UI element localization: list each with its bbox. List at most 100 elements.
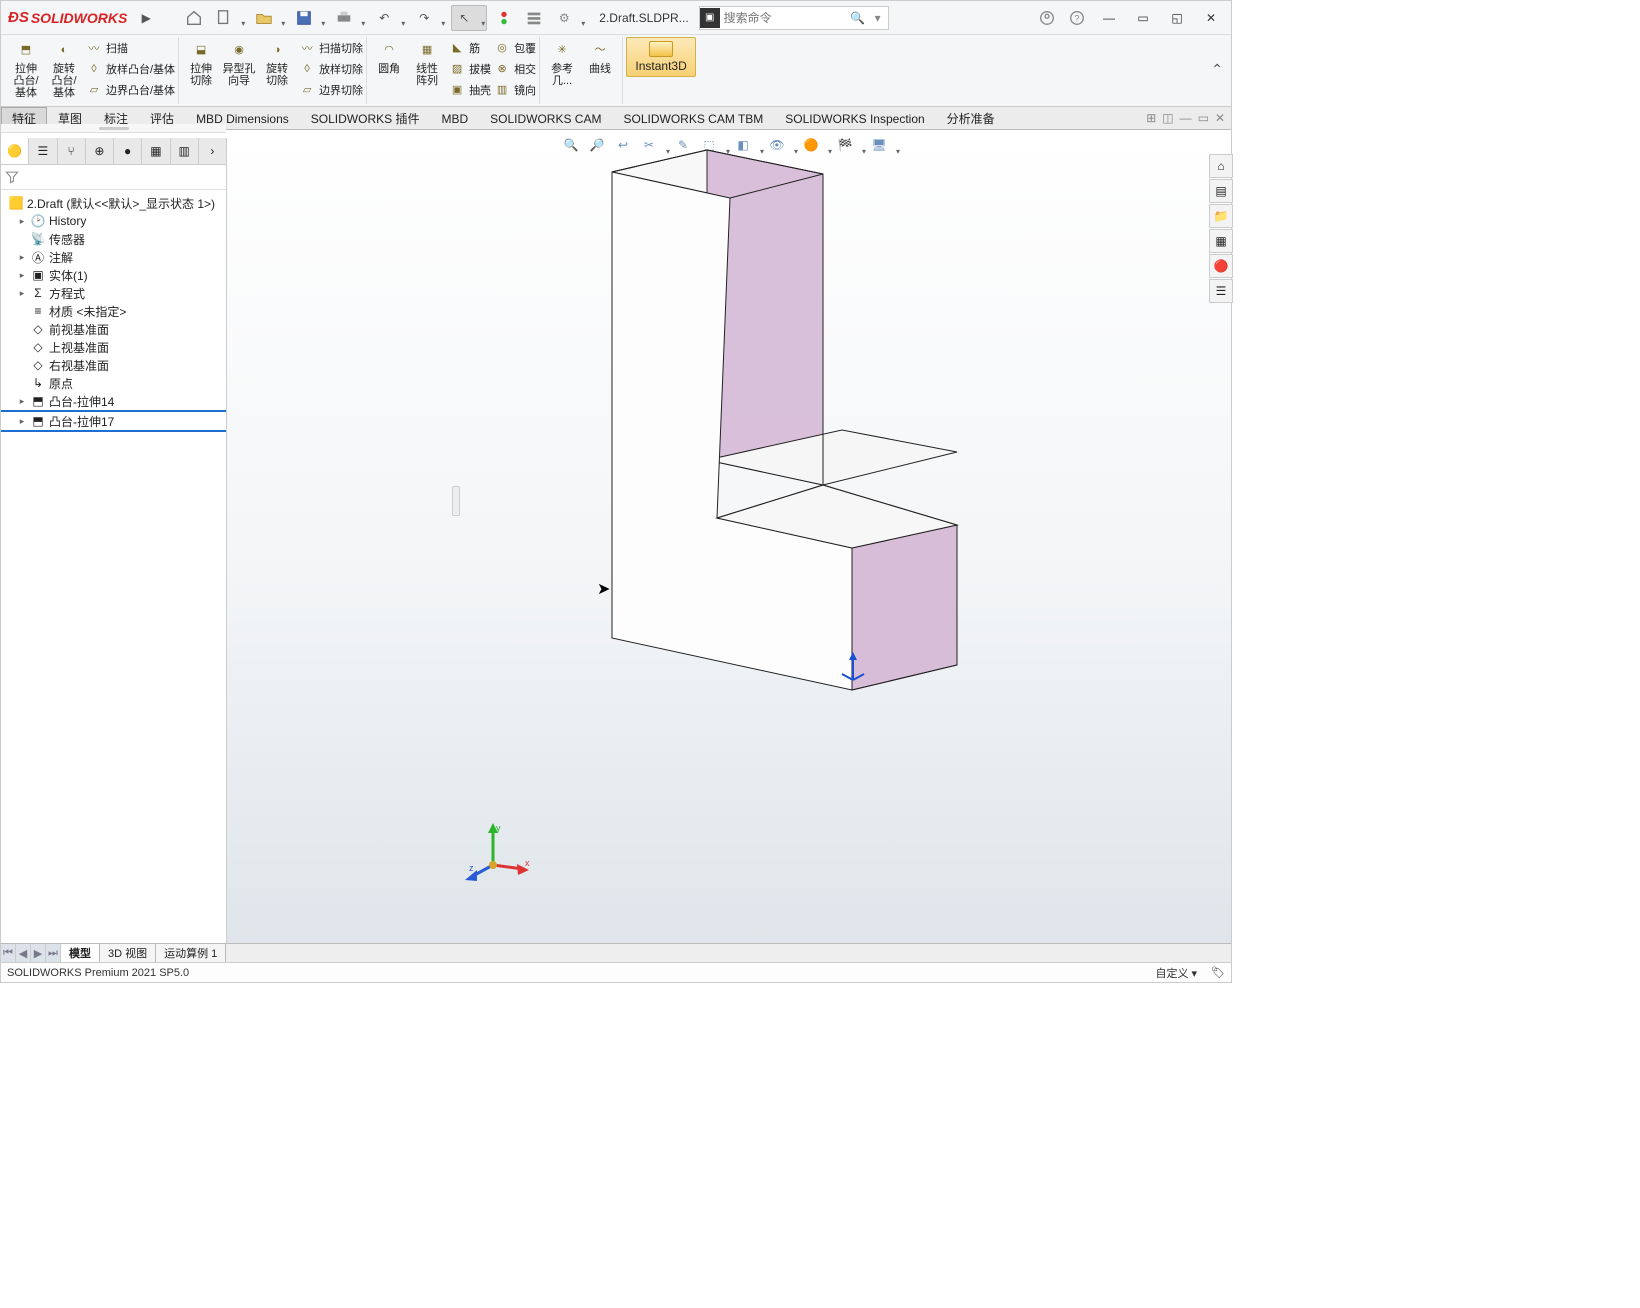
rebuild-button[interactable] (491, 5, 517, 31)
tab-feature-tree-icon[interactable]: 🟡 (1, 138, 29, 164)
settings-button[interactable]: ⚙ (551, 5, 587, 31)
tree-node[interactable]: ▸▣实体(1) (1, 266, 226, 284)
expand-icon[interactable] (17, 342, 27, 352)
expand-icon[interactable] (17, 234, 27, 244)
lofted-cut-button[interactable]: ◊放样切除 (296, 58, 363, 79)
options-icon[interactable] (521, 5, 547, 31)
panel-more-icon[interactable]: › (199, 138, 226, 164)
expand-icon[interactable] (17, 306, 27, 316)
doc-min-icon[interactable]: — (1180, 111, 1192, 125)
doc-expand-icon[interactable]: ⊞ (1146, 111, 1156, 125)
open-button[interactable] (251, 5, 287, 31)
taskpane-custom-props-icon[interactable]: ☰ (1209, 279, 1233, 303)
lofted-boss-button[interactable]: ◊放样凸台/基体 (83, 58, 175, 79)
tab-addins[interactable]: SOLIDWORKS 插件 (300, 107, 431, 129)
expand-icon[interactable] (17, 378, 27, 388)
revolve-cut-button[interactable]: ◑旋转 切除 (258, 37, 296, 87)
taskpane-view-palette-icon[interactable]: ▦ (1209, 229, 1233, 253)
boundary-cut-button[interactable]: ▱边界切除 (296, 79, 363, 100)
tab-inspection[interactable]: SOLIDWORKS Inspection (774, 107, 935, 129)
tree-node[interactable]: ▸⬒凸台-拉伸14 (1, 392, 226, 410)
undo-button[interactable]: ↶ (371, 5, 407, 31)
tree-node[interactable]: ▸🕑History (1, 212, 226, 230)
doc-tab-3dviews[interactable]: 3D 视图 (100, 944, 156, 962)
doc-tab-first-icon[interactable]: ⏮ (1, 944, 16, 962)
doc-popout-icon[interactable]: ◫ (1162, 111, 1173, 125)
expand-icon[interactable]: ▸ (17, 216, 27, 227)
curves-button[interactable]: 〜曲线 (581, 37, 619, 75)
tab-config-mgr-icon[interactable]: ⑂ (58, 138, 86, 164)
doc-tab-last-icon[interactable]: ⏭ (46, 944, 61, 962)
fillet-button[interactable]: ◠圆角 (370, 37, 408, 75)
tab-property-mgr-icon[interactable]: ☰ (29, 138, 57, 164)
tree-node[interactable]: ▸⬒凸台-拉伸17 (1, 410, 226, 432)
collapse-ribbon-icon[interactable]: ⌃ (1211, 61, 1223, 78)
extrude-cut-button[interactable]: ⬓拉伸 切除 (182, 37, 220, 87)
boundary-boss-button[interactable]: ▱边界凸台/基体 (83, 79, 175, 100)
swept-cut-button[interactable]: 〰扫描切除 (296, 37, 363, 58)
home-button[interactable] (181, 5, 207, 31)
tree-node[interactable]: ◇前视基准面 (1, 320, 226, 338)
tree-filter[interactable] (1, 165, 226, 190)
instant3d-button[interactable]: Instant3D (626, 37, 696, 77)
view-triad[interactable]: y x z (465, 823, 535, 883)
rib-button[interactable]: ◣筋 (446, 37, 491, 58)
status-tag-icon[interactable]: 🏷 (1211, 966, 1225, 979)
tab-cam-tree-icon[interactable]: ▦ (142, 138, 170, 164)
taskpane-home-icon[interactable]: ⌂ (1209, 154, 1233, 178)
new-button[interactable] (211, 5, 247, 31)
tree-node[interactable]: ◇右视基准面 (1, 356, 226, 374)
taskpane-file-explorer-icon[interactable]: 📁 (1209, 204, 1233, 228)
minimize-button[interactable]: — (1092, 6, 1126, 30)
select-button[interactable]: ↖ (451, 5, 487, 31)
expand-icon[interactable]: ▸ (17, 288, 27, 299)
redo-button[interactable]: ↷ (411, 5, 447, 31)
expand-icon[interactable]: ▸ (17, 396, 27, 407)
graphics-area[interactable]: 🔍 🔎 ↩ ✂ ✎ ⬚ ◧ 👁 🟠 🏁 🖥 ⌂ ▤ 📁 ▦ 🔴 ☰ (227, 130, 1231, 943)
expand-icon[interactable] (17, 324, 27, 334)
restore-button[interactable]: ◱ (1160, 6, 1194, 30)
search-input[interactable] (720, 11, 848, 25)
ref-geometry-button[interactable]: ✳参考 几... (543, 37, 581, 87)
hole-wizard-button[interactable]: ◉异型孔 向导 (220, 37, 258, 87)
tree-node[interactable]: ▸Σ方程式 (1, 284, 226, 302)
tab-display-mgr-icon[interactable]: ● (114, 138, 142, 164)
doc-tab-model[interactable]: 模型 (61, 944, 100, 962)
doc-close-icon[interactable]: ✕ (1215, 111, 1225, 125)
tree-node[interactable]: ◇上视基准面 (1, 338, 226, 356)
extrude-boss-button[interactable]: ⬒拉伸 凸台/ 基体 (7, 37, 45, 99)
tree-node[interactable]: ≡材质 <未指定> (1, 302, 226, 320)
search-icon[interactable]: 🔍 (848, 11, 868, 25)
command-search[interactable]: ▣ 🔍 ▾ (699, 6, 889, 30)
shell-button[interactable]: ▣抽壳 (446, 79, 491, 100)
user-icon[interactable] (1034, 5, 1060, 31)
mirror-button[interactable]: ▥镜向 (491, 79, 536, 100)
swept-boss-button[interactable]: 〰扫描 (83, 37, 175, 58)
expand-icon[interactable]: ▸ (17, 416, 27, 427)
linear-pattern-button[interactable]: ▦线性 阵列 (408, 37, 446, 87)
panel-splitter-handle[interactable] (452, 486, 460, 516)
doc-tab-prev-icon[interactable]: ◀ (16, 944, 31, 962)
revolve-boss-button[interactable]: ◐旋转 凸台/ 基体 (45, 37, 83, 99)
taskpane-appearances-icon[interactable]: 🔴 (1209, 254, 1233, 278)
doc-tab-next-icon[interactable]: ▶ (31, 944, 46, 962)
panel-drag-handle[interactable] (99, 127, 129, 130)
doc-tab-motion[interactable]: 运动算例 1 (156, 944, 226, 962)
taskpane-design-lib-icon[interactable]: ▤ (1209, 179, 1233, 203)
tab-cam[interactable]: SOLIDWORKS CAM (479, 107, 612, 129)
tab-cam-op-icon[interactable]: ▥ (171, 138, 199, 164)
play-icon[interactable]: ▶ (133, 5, 159, 31)
expand-icon[interactable]: ▸ (17, 252, 27, 263)
print-button[interactable] (331, 5, 367, 31)
doc-max-icon[interactable]: ▭ (1198, 111, 1209, 125)
tab-dimxpert-icon[interactable]: ⊕ (86, 138, 114, 164)
tab-cam-tbm[interactable]: SOLIDWORKS CAM TBM (612, 107, 774, 129)
help-icon[interactable]: ? (1064, 5, 1090, 31)
search-drop-icon[interactable]: ▾ (868, 11, 888, 25)
tab-mbd[interactable]: MBD (430, 107, 479, 129)
draft-button[interactable]: ▨拔模 (446, 58, 491, 79)
wrap-button[interactable]: ◎包覆 (491, 37, 536, 58)
expand-icon[interactable]: ▸ (17, 270, 27, 281)
tree-node[interactable]: ▸Ⓐ注解 (1, 248, 226, 266)
expand-icon[interactable] (17, 360, 27, 370)
